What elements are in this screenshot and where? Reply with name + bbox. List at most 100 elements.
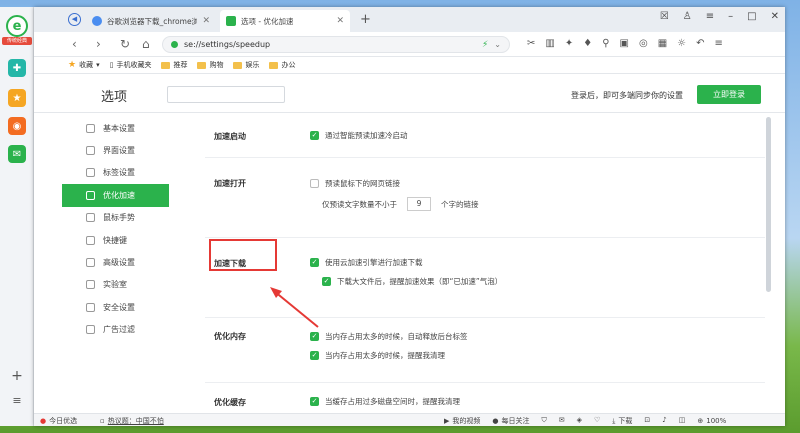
status-zoom[interactable]: ⊕ 100%	[697, 416, 726, 426]
sound-icon[interactable]: ♪	[662, 416, 666, 426]
video-icon: ▶	[444, 417, 450, 425]
maximize-button[interactable]: □	[747, 11, 756, 22]
option-cache-remind[interactable]: ✓ 当缓存占用过多磁盘空间时，提醒我清理	[310, 396, 460, 407]
skin-icon[interactable]: ☒	[660, 11, 669, 22]
split-icon[interactable]: ⊡	[644, 416, 650, 426]
back-arrow-icon[interactable]: ‹	[72, 37, 77, 51]
option-memory-remind[interactable]: ✓ 当内存占用太多的时候，提醒我清理	[310, 350, 445, 361]
checkbox-checked[interactable]: ✓	[310, 131, 319, 140]
status-daily-follow[interactable]: ● 每日关注	[492, 416, 529, 426]
speedup-icon	[86, 190, 95, 200]
close-window-button[interactable]: ✕	[771, 11, 779, 22]
screenshot-icon[interactable]: ▣	[620, 38, 629, 49]
game-icon[interactable]: ◈	[577, 416, 582, 426]
status-right-tools: ▶ 我的视频 ● 每日关注 ⛉ ✉ ◈ ♡ ⤓ 下载 ⊡ ♪ ◫ ⊕ 100%	[444, 416, 726, 426]
shield-status-icon[interactable]: ⛉	[542, 416, 547, 426]
speed-mode-icon[interactable]: ⚡	[482, 40, 488, 50]
close-tab-icon[interactable]: ✕	[336, 16, 344, 26]
lab-flask-icon	[86, 280, 95, 290]
adblock-icon	[86, 325, 95, 335]
mail-icon[interactable]: ✉	[8, 145, 26, 163]
settings-search-input[interactable]	[167, 86, 285, 103]
browser-side-rail: e 传统经典 ✚ ★ ◉ ✉ + ≡	[0, 7, 34, 426]
bookmark-entertainment[interactable]: 娱乐	[233, 60, 259, 70]
picks-icon: ●	[40, 417, 47, 425]
zoom-icon: ⊕	[697, 417, 704, 425]
bookmark-favorites[interactable]: ★ 收藏 ▾	[68, 60, 100, 70]
checkbox-unchecked[interactable]	[310, 179, 319, 188]
chat-icon[interactable]: ◎	[639, 38, 648, 49]
weibo-icon[interactable]: ◉	[8, 117, 26, 135]
option-download-reminder[interactable]: ✓ 下载大文件后，提醒加速效果（即“已加速”气泡）	[322, 276, 502, 287]
option-memory-release[interactable]: ✓ 当内存占用太多的时候，自动释放后台标签	[310, 331, 468, 342]
sidebar-menu-icon[interactable]: ≡	[8, 391, 26, 409]
sidebar-item-advanced[interactable]: 高级设置	[62, 251, 169, 273]
bookmark-office[interactable]: 办公	[269, 60, 295, 70]
home-icon[interactable]: ⌂	[142, 37, 150, 51]
browser-window: ◀ 谷歌浏览器下载_chrome浏览器官 ✕ 选项 - 优化加速 ✕ + ☒ ♙…	[34, 7, 785, 426]
new-tab-button[interactable]: +	[360, 12, 371, 27]
status-today-picks[interactable]: ● 今日优选	[40, 416, 77, 426]
bookmark-recommend[interactable]: 推荐	[161, 60, 187, 70]
status-hot-topic[interactable]: ▫ 热议题：中国不怕	[100, 416, 164, 426]
option-preread-links[interactable]: 预读鼠标下的网页链接	[310, 178, 400, 189]
min-length-input[interactable]: 9	[407, 197, 431, 211]
settings-gear-icon[interactable]: ☼	[677, 38, 686, 49]
sidebar-item-adblock[interactable]: 广告过滤	[62, 319, 169, 341]
checkbox-checked[interactable]: ✓	[310, 258, 319, 267]
plugin-icon[interactable]: ✚	[8, 59, 26, 77]
status-download[interactable]: ⤓ 下载	[612, 416, 632, 426]
scissors-icon[interactable]: ✂	[527, 38, 535, 49]
annotation-highlight-box	[209, 239, 277, 271]
forward-arrow-icon[interactable]: ›	[96, 37, 101, 51]
sidebar-item-basic[interactable]: 基本设置	[62, 117, 169, 139]
classic-mode-badge[interactable]: 传统经典	[2, 37, 32, 45]
wardrobe-icon[interactable]: ♙	[683, 11, 692, 22]
status-my-video[interactable]: ▶ 我的视频	[444, 416, 480, 426]
undo-icon[interactable]: ↶	[696, 38, 704, 49]
search-icon[interactable]: ⚲	[602, 38, 609, 49]
sidebar-item-tabs[interactable]: 标签设置	[62, 162, 169, 184]
checkbox-checked[interactable]: ✓	[310, 351, 319, 360]
sidebar-item-security[interactable]: 安全设置	[62, 296, 169, 318]
address-bar[interactable]: se://settings/speedup ⚡ ⌄	[162, 36, 510, 53]
close-tab-icon[interactable]: ✕	[202, 16, 210, 26]
url-text[interactable]: se://settings/speedup	[184, 40, 270, 49]
chevron-down-icon: ▾	[96, 61, 100, 69]
bookmark-shopping[interactable]: 购物	[197, 60, 223, 70]
heart-icon[interactable]: ♡	[594, 416, 600, 426]
refresh-icon[interactable]: ↻	[120, 37, 130, 51]
option-cloud-download[interactable]: ✓ 使用云加速引擎进行加速下载	[310, 257, 423, 268]
scrollbar[interactable]	[766, 117, 771, 292]
login-button[interactable]: 立即登录	[697, 85, 761, 104]
sidebar-item-interface[interactable]: 界面设置	[62, 139, 169, 161]
translate-icon[interactable]: ▥	[545, 38, 554, 49]
window-controls: ☒ ♙ ≡ – □ ✕	[660, 11, 779, 22]
browser-logo-icon[interactable]: e	[6, 15, 28, 37]
minimize-button[interactable]: –	[728, 11, 733, 22]
checkbox-checked[interactable]: ✓	[310, 332, 319, 341]
basic-settings-icon	[86, 123, 95, 133]
section-cache: 优化缓存 ✓ 当缓存占用过多磁盘空间时，提醒我清理	[205, 383, 765, 413]
option-smart-preload[interactable]: ✓ 通过智能预读加速冷启动	[310, 130, 408, 141]
history-back-icon[interactable]: ◀	[68, 13, 81, 26]
layout-icon[interactable]: ◫	[679, 416, 686, 426]
menu-icon[interactable]: ≡	[706, 11, 714, 22]
page-title: 选项	[101, 90, 128, 105]
more-menu-icon[interactable]: ≡	[715, 38, 723, 49]
checkbox-checked[interactable]: ✓	[310, 397, 319, 406]
sidebar-item-shortcuts[interactable]: 快捷键	[62, 229, 169, 251]
sidebar-item-mouse-gesture[interactable]: 鼠标手势	[62, 207, 169, 229]
favorite-star-icon[interactable]: ★	[8, 89, 26, 107]
chevron-down-icon[interactable]: ⌄	[494, 40, 501, 49]
tab-settings-speedup[interactable]: 选项 - 优化加速 ✕	[220, 10, 350, 32]
mail-status-icon[interactable]: ✉	[559, 416, 565, 426]
apps-grid-icon[interactable]: ▦	[658, 38, 667, 49]
sidebar-item-speedup[interactable]: 优化加速	[62, 184, 169, 207]
add-sidebar-icon[interactable]: +	[8, 367, 26, 385]
bookmark-icon[interactable]: ♦	[583, 38, 592, 49]
sidebar-item-lab[interactable]: 实验室	[62, 274, 169, 296]
tab-chrome-download[interactable]: 谷歌浏览器下载_chrome浏览器官 ✕	[86, 10, 216, 32]
bookmark-mobile[interactable]: ▯ 手机收藏夹	[110, 60, 152, 70]
extension-icon[interactable]: ✦	[565, 38, 573, 49]
